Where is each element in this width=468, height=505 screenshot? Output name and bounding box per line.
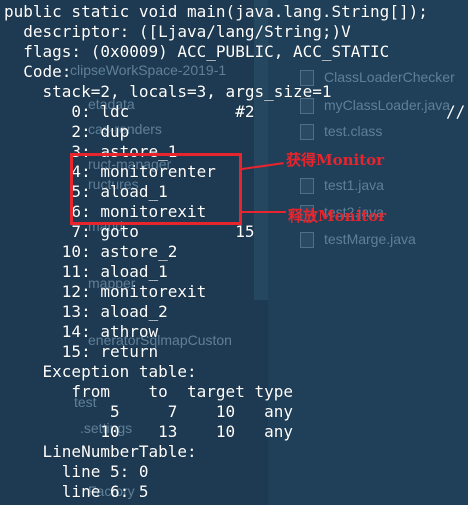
code-line: descriptor: ([Ljava/lang/String;)V: [4, 22, 351, 41]
code-line: 13: aload_2: [4, 302, 168, 321]
code-line: 10: astore_2: [4, 242, 178, 261]
code-line: 2: dup: [4, 122, 130, 141]
code-line: Code:: [4, 62, 72, 81]
code-line: LineNumberTable:: [4, 442, 197, 461]
code-line: 5 7 10 any: [4, 402, 293, 421]
code-line: 15: return: [4, 342, 159, 361]
code-line: public static void main(java.lang.String…: [4, 2, 428, 21]
code-line: line 6: 5: [4, 482, 149, 501]
bytecode-listing: public static void main(java.lang.String…: [0, 0, 468, 505]
code-line: 14: athrow: [4, 322, 159, 341]
annotation-label-enter: 获得Monitor: [286, 151, 385, 169]
code-line: 10 13 10 any: [4, 422, 293, 441]
code-line: 7: goto 15: [4, 222, 255, 241]
code-line: stack=2, locals=3, args_size=1: [4, 82, 332, 101]
code-line: 12: monitorexit: [4, 282, 207, 301]
highlight-box: [70, 153, 242, 225]
annotation-arrow-exit: [242, 211, 286, 213]
comment-slashes: //: [446, 102, 466, 121]
code-line: 0: ldc #2: [4, 102, 255, 121]
code-line: from to target type: [4, 382, 293, 401]
code-line: flags: (0x0009) ACC_PUBLIC, ACC_STATIC: [4, 42, 390, 61]
code-line: line 5: 0: [4, 462, 149, 481]
code-line: Exception table:: [4, 362, 197, 381]
annotation-label-exit: 释放Monitor: [288, 207, 387, 225]
code-line: 11: aload_1: [4, 262, 168, 281]
